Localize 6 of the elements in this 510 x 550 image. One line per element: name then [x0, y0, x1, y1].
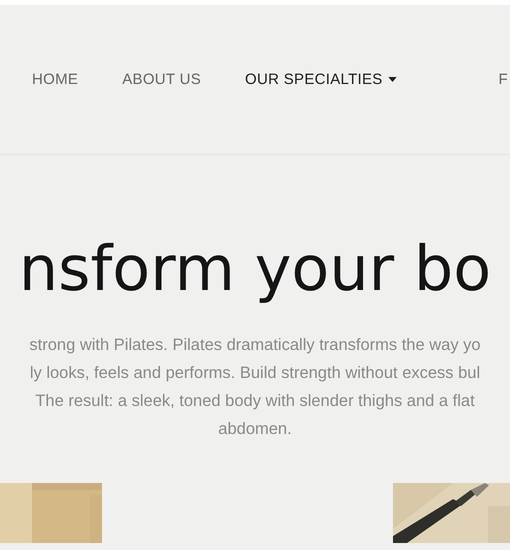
nav-link[interactable]: F [498, 71, 508, 88]
hero-heading: nsform your bo [18, 231, 492, 307]
nav-link[interactable]: HOME [32, 71, 78, 88]
nav-link[interactable]: OUR SPECIALTIES [245, 71, 397, 88]
hero-description: strong with Pilates. Pilates dramatically transforms the way yo ly looks, feels and performs. Build strength without excess bul The result: a sleek, toned body with slender thighs and a flat abdomen. [28, 335, 482, 440]
nav-link[interactable]: ABOUT US [122, 71, 202, 88]
